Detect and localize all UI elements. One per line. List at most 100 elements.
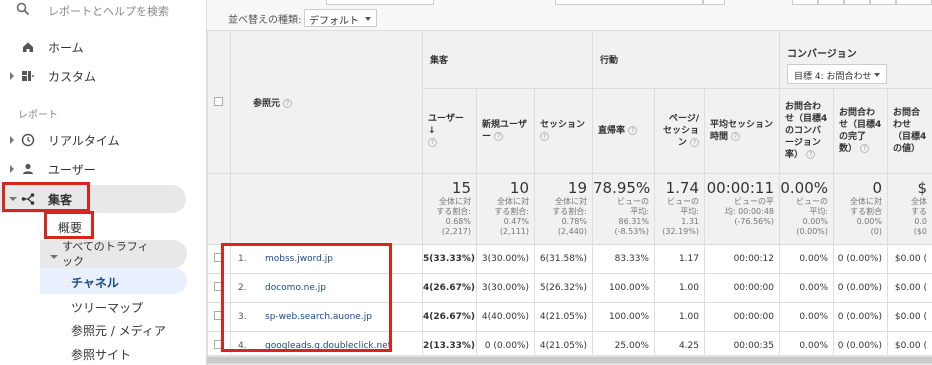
- avg-duration-cell: 00:00:00: [704, 273, 780, 303]
- sidebar-item-home[interactable]: ホーム: [0, 33, 207, 61]
- table-toolbar: 並べ替えの種類: デフォルト: [207, 0, 932, 30]
- avg-duration-cell: 00:00:00: [704, 302, 780, 332]
- sessions-cell: 5(26.32%): [534, 273, 593, 303]
- source-link[interactable]: mobss.jword.jp: [265, 254, 333, 264]
- horizontal-scrollbar[interactable]: [207, 355, 932, 365]
- sidebar-item-source-medium[interactable]: 参照元 / メディア: [71, 322, 166, 339]
- sidebar-item-label: ユーザー: [48, 163, 96, 177]
- row-checkbox[interactable]: [214, 340, 223, 349]
- row-checkbox-cell: [207, 302, 231, 332]
- sessions-cell: 4(21.05%): [534, 302, 593, 332]
- chevron-down-icon: [874, 73, 880, 77]
- goal-completions-cell: 0 (0.00%): [833, 244, 888, 274]
- chevron-down-icon: [9, 197, 17, 201]
- goal-value-cell: $0.00 (: [887, 273, 932, 303]
- help-icon[interactable]: ?: [806, 150, 816, 159]
- totals-goal-value: $ 全体 する 0.0 ($0: [887, 173, 932, 245]
- bounce-rate-cell: 100.00%: [592, 273, 655, 303]
- totals-pages-per-session: 1.74 ビューの 平均: 1.31 (32.19%): [654, 173, 705, 245]
- group-header-conversion: コンバージョン 目標 4: お問合わせ: [779, 30, 932, 89]
- select-all-checkbox[interactable]: [214, 97, 223, 106]
- source-cell: 3. sp-web.search.auone.jp: [230, 302, 423, 332]
- table-row[interactable]: 1. mobss.jword.jp 5(33.33%) 3(30.00%) 6(3…: [207, 244, 932, 274]
- goal-cvr-cell: 0.00%: [779, 273, 834, 303]
- report-main: 並べ替えの種類: デフォルト 参照元 ? 集客 行動 コンバージョン 目標 4:…: [207, 0, 932, 365]
- help-icon[interactable]: ?: [690, 138, 699, 147]
- totals-users: 15 全体に対 する割合: 0.68% (2,217): [422, 173, 477, 245]
- row-checkbox-cell: [207, 273, 231, 303]
- users-cell: 4(26.67%): [422, 302, 477, 332]
- sidebar-item-referrals[interactable]: 参照サイト: [71, 346, 131, 363]
- sidebar-item-label: カスタム: [48, 70, 97, 84]
- sidebar-item-users[interactable]: ユーザー: [0, 155, 207, 183]
- toolbar-button-fragment[interactable]: [870, 0, 896, 5]
- column-header-users[interactable]: ユーザー ↓?: [422, 88, 477, 174]
- chevron-down-icon: [50, 255, 58, 259]
- source-link[interactable]: sp-web.search.auone.jp: [265, 312, 372, 322]
- sidebar-search[interactable]: レポートとヘルプを検索: [0, 0, 207, 20]
- sidebar-item-label: リアルタイム: [48, 134, 120, 148]
- totals-sessions: 19 全体に対 する割合: 0.78% (2,440): [534, 173, 593, 245]
- table-row[interactable]: 2. docomo.ne.jp 4(26.67%) 3(30.00%) 5(26.…: [207, 273, 932, 303]
- help-icon[interactable]: ?: [494, 132, 504, 141]
- toolbar-button-fragment[interactable]: [844, 0, 870, 5]
- goal-value-cell: $0.00 (: [887, 244, 932, 274]
- scrollbar-thumb[interactable]: [207, 357, 932, 363]
- goal-select[interactable]: 目標 4: お問合わせ: [787, 64, 887, 84]
- help-icon[interactable]: ?: [628, 126, 638, 135]
- column-header-label: 新規ユーザー: [482, 120, 527, 142]
- column-header-source[interactable]: 参照元 ?: [230, 30, 423, 174]
- source-cell: 2. docomo.ne.jp: [230, 273, 423, 303]
- row-checkbox[interactable]: [214, 282, 223, 291]
- column-header-bounce-rate[interactable]: 直帰率 ?: [592, 88, 655, 174]
- sidebar-item-treemap[interactable]: ツリーマップ: [71, 299, 143, 316]
- help-icon[interactable]: ?: [428, 138, 437, 147]
- column-header-new-users[interactable]: 新規ユーザー ?: [476, 88, 535, 174]
- sort-type-select[interactable]: デフォルト: [304, 9, 377, 27]
- chevron-right-icon: [10, 165, 14, 173]
- totals-goal-completions: 0 全体に対 する割合 0.00% (0): [833, 173, 888, 245]
- column-header-goal-completions[interactable]: お問合わせ（目標4の完了数） ?: [833, 88, 888, 174]
- toolbar-button-fragment[interactable]: [896, 0, 932, 5]
- totals-row: 15 全体に対 する割合: 0.68% (2,217) 10 全体に対 する割合: 0.47%…: [207, 173, 932, 245]
- column-header-avg-session-duration[interactable]: 平均セッション時間 ?: [704, 88, 780, 174]
- sidebar-item-label: すべてのトラフィ: [62, 240, 149, 253]
- column-header-pages-per-session[interactable]: ページ/セッション ?: [654, 88, 705, 174]
- sidebar-item-custom[interactable]: カスタム: [0, 62, 207, 90]
- toolbar-input-fragment[interactable]: [555, 0, 703, 5]
- sidebar-item-acquisition[interactable]: 集客: [0, 185, 207, 213]
- goal-value-cell: $0.00 (: [887, 302, 932, 332]
- sidebar: レポートとヘルプを検索 ホーム カスタム レポート リアルタイム ユーザー 集客…: [0, 0, 207, 365]
- help-icon[interactable]: ?: [540, 132, 549, 141]
- help-icon[interactable]: ?: [860, 144, 870, 153]
- column-header-goal-cvr[interactable]: お問合わせ（目標4のコンバージョン率） ?: [779, 88, 834, 174]
- sidebar-item-overview[interactable]: 概要: [58, 219, 82, 236]
- toolbar-input-fragment[interactable]: [326, 0, 434, 5]
- sidebar-all-traffic-toggle[interactable]: [0, 246, 58, 274]
- row-checkbox[interactable]: [214, 311, 223, 320]
- sessions-cell: 6(31.58%): [534, 244, 593, 274]
- source-cell: 1. mobss.jword.jp: [230, 244, 423, 274]
- totals-new-users: 10 全体に対 する割合: 0.47% (2,111): [476, 173, 535, 245]
- column-header-goal-value[interactable]: お問合わせ（目標4の値）: [887, 88, 932, 174]
- toolbar-button-fragment[interactable]: [703, 0, 725, 5]
- column-header-sessions[interactable]: セッション ?: [534, 88, 593, 174]
- totals-avg-session-duration: 00:00:11 ビューの平 均: 00:00:48 (-76.56%): [704, 173, 780, 245]
- table-row[interactable]: 3. sp-web.search.auone.jp 4(26.67%) 4(40.…: [207, 302, 932, 332]
- sidebar-item-all-traffic[interactable]: すべてのトラフィ ック: [62, 239, 149, 269]
- toolbar-button-fragment[interactable]: [818, 0, 844, 5]
- help-icon[interactable]: ?: [283, 98, 293, 108]
- help-icon[interactable]: ?: [731, 132, 741, 141]
- source-link[interactable]: docomo.ne.jp: [265, 283, 326, 293]
- row-checkbox[interactable]: [214, 253, 223, 262]
- goal-cvr-cell: 0.00%: [779, 302, 834, 332]
- sidebar-item-realtime[interactable]: リアルタイム: [0, 126, 207, 154]
- sidebar-item-channels[interactable]: チャネル: [71, 274, 119, 291]
- toolbar-button-fragment[interactable]: [792, 0, 818, 5]
- search-icon: [16, 2, 30, 16]
- goal-select-value: 目標 4: お問合わせ: [794, 72, 872, 82]
- source-link[interactable]: googleads.g.doubleclick.net: [265, 341, 391, 351]
- users-cell: 5(33.33%): [422, 244, 477, 274]
- row-number: 2.: [238, 283, 247, 293]
- group-header-label: 集客: [430, 56, 449, 66]
